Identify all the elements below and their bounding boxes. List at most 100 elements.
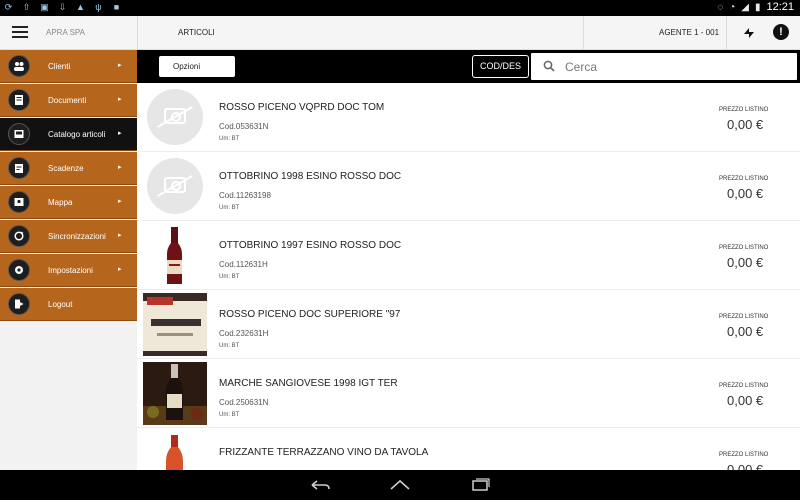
product-name: OTTOBRINO 1998 ESINO ROSSO DOC: [219, 171, 402, 182]
lock-icon: ■: [113, 2, 120, 12]
product-code: Cod.11263198: [219, 191, 271, 200]
sync-icon: [8, 225, 30, 247]
sidebar: Clienti ▸ Documenti ▸ Catalogo articoli …: [0, 50, 137, 470]
signal-icon: ◢: [741, 1, 749, 13]
wifi-icon: ◔: [729, 1, 736, 13]
product-unit: Um: BT: [219, 412, 240, 418]
product-image-label: [143, 293, 207, 356]
chevron-right-icon: ▸: [118, 232, 122, 239]
product-name: ROSSO PICENO DOC SUPERIORE "97: [219, 309, 401, 320]
clock: 12:21: [766, 1, 794, 13]
agent-label: AGENTE 1 - 001: [659, 28, 720, 37]
battery-icon: ▮: [754, 1, 761, 13]
system-icons: ◌ ◔ ◢ ▮ 12:21: [717, 1, 794, 13]
sidebar-item-mappa[interactable]: Mappa ▸: [0, 186, 137, 219]
warning-icon: ▲: [76, 2, 85, 12]
usb-icon: ψ: [95, 2, 102, 12]
search-icon: [543, 60, 555, 72]
product-image-placeholder: [143, 155, 207, 218]
sidebar-item-label: Mappa: [48, 198, 73, 207]
sidebar-item-logout[interactable]: Logout: [0, 288, 137, 321]
map-icon: [8, 191, 30, 213]
product-name: ROSSO PICENO VQPRD DOC TOM: [219, 102, 385, 113]
chevron-right-icon: ▸: [118, 164, 122, 171]
logout-icon: [8, 293, 30, 315]
list-item[interactable]: FRIZZANTE TERRAZZANO VINO DA TAVOLA PREZ…: [137, 428, 800, 470]
sidebar-item-label: Catalogo articoli: [48, 130, 106, 139]
chevron-right-icon: ▸: [118, 130, 122, 137]
divider: [137, 16, 138, 50]
download-icon: ⇩: [58, 2, 67, 12]
product-unit: Um: BT: [219, 136, 240, 142]
price-label: PREZZO LISTINO: [719, 383, 769, 389]
sidebar-item-documenti[interactable]: Documenti ▸: [0, 84, 137, 117]
settings-icon: [8, 259, 30, 281]
image-icon: ▣: [40, 2, 49, 12]
product-unit: Um: BT: [219, 343, 240, 349]
divider: [726, 16, 727, 50]
price-value: 0,00 €: [727, 255, 764, 270]
sidebar-item-label: Clienti: [48, 62, 71, 71]
product-code: Cod.250631N: [219, 398, 269, 407]
list-item[interactable]: OTTOBRINO 1998 ESINO ROSSO DOC Cod.11263…: [137, 152, 800, 221]
sidebar-item-impostazioni[interactable]: Impostazioni ▸: [0, 254, 137, 287]
navigation-bar: [0, 470, 800, 500]
search-input[interactable]: [565, 57, 785, 76]
price-value: 0,00 €: [727, 186, 764, 201]
chevron-right-icon: ▸: [118, 62, 122, 69]
sidebar-item-label: Scadenze: [48, 164, 84, 173]
catalog-icon: [8, 123, 30, 145]
sidebar-item-scadenze[interactable]: Scadenze ▸: [0, 152, 137, 185]
sync-icon[interactable]: [741, 25, 757, 41]
app-header: APRA SPA ARTICOLI AGENTE 1 - 001 !: [0, 16, 800, 50]
product-code: Cod.053631N: [219, 122, 269, 131]
chevron-right-icon: ▸: [118, 198, 122, 205]
options-button[interactable]: Opzioni: [159, 56, 235, 77]
company-name: APRA SPA: [46, 28, 85, 37]
cod-des-toggle-button[interactable]: COD/DES: [472, 55, 529, 78]
back-icon[interactable]: [308, 476, 332, 494]
price-label: PREZZO LISTINO: [719, 176, 769, 182]
price-value: 0,00 €: [727, 324, 764, 339]
chevron-right-icon: ▸: [118, 96, 122, 103]
home-icon[interactable]: [388, 476, 412, 494]
product-name: FRIZZANTE TERRAZZANO VINO DA TAVOLA: [219, 447, 429, 458]
sync-status-icon: ◌: [717, 1, 724, 13]
sidebar-item-clienti[interactable]: Clienti ▸: [0, 50, 137, 83]
search-box: [531, 53, 797, 80]
product-list: ROSSO PICENO VQPRD DOC TOM Cod.053631N U…: [137, 83, 800, 470]
page-title: ARTICOLI: [178, 28, 215, 37]
price-value: 0,00 €: [727, 462, 764, 470]
sidebar-item-label: Logout: [48, 300, 73, 309]
product-code: Cod.232631H: [219, 329, 269, 338]
agent-area: AGENTE 1 - 001 !: [583, 16, 800, 50]
sidebar-item-catalogo-articoli[interactable]: Catalogo articoli ▸: [0, 118, 137, 151]
product-code: Cod.112631H: [219, 260, 268, 269]
product-image-bottle: [143, 362, 207, 425]
menu-icon[interactable]: [12, 26, 28, 39]
deadlines-icon: [8, 157, 30, 179]
chevron-right-icon: ▸: [118, 266, 122, 273]
alert-icon[interactable]: !: [773, 24, 789, 40]
price-value: 0,00 €: [727, 393, 764, 408]
app-notification-icon: ⟳: [4, 2, 13, 12]
sidebar-item-label: Impostazioni: [48, 266, 93, 275]
price-value: 0,00 €: [727, 117, 764, 132]
product-unit: Um: BT: [219, 274, 240, 280]
list-item[interactable]: OTTOBRINO 1997 ESINO ROSSO DOC Cod.11263…: [137, 221, 800, 290]
price-label: PREZZO LISTINO: [719, 245, 769, 251]
sidebar-item-sincronizzazioni[interactable]: Sincronizzazioni ▸: [0, 220, 137, 253]
list-item[interactable]: MARCHE SANGIOVESE 1998 IGT TER Cod.25063…: [137, 359, 800, 428]
product-image-bottle: [143, 224, 207, 287]
recent-apps-icon[interactable]: [469, 476, 493, 494]
toolbar: Opzioni COD/DES: [137, 50, 800, 83]
sidebar-item-label: Documenti: [48, 96, 87, 105]
app-root: ⟳ ⇧ ▣ ⇩ ▲ ψ ■ ◌ ◔ ◢ ▮ 12:21 APRA SPA ART…: [0, 0, 800, 500]
list-item[interactable]: ROSSO PICENO VQPRD DOC TOM Cod.053631N U…: [137, 83, 800, 152]
notification-icons: ⟳ ⇧ ▣ ⇩ ▲ ψ ■: [4, 2, 121, 12]
product-name: MARCHE SANGIOVESE 1998 IGT TER: [219, 378, 398, 389]
sidebar-item-label: Sincronizzazioni: [48, 232, 106, 241]
price-label: PREZZO LISTINO: [719, 107, 769, 113]
list-item[interactable]: ROSSO PICENO DOC SUPERIORE "97 Cod.23263…: [137, 290, 800, 359]
product-unit: Um: BT: [219, 205, 240, 211]
